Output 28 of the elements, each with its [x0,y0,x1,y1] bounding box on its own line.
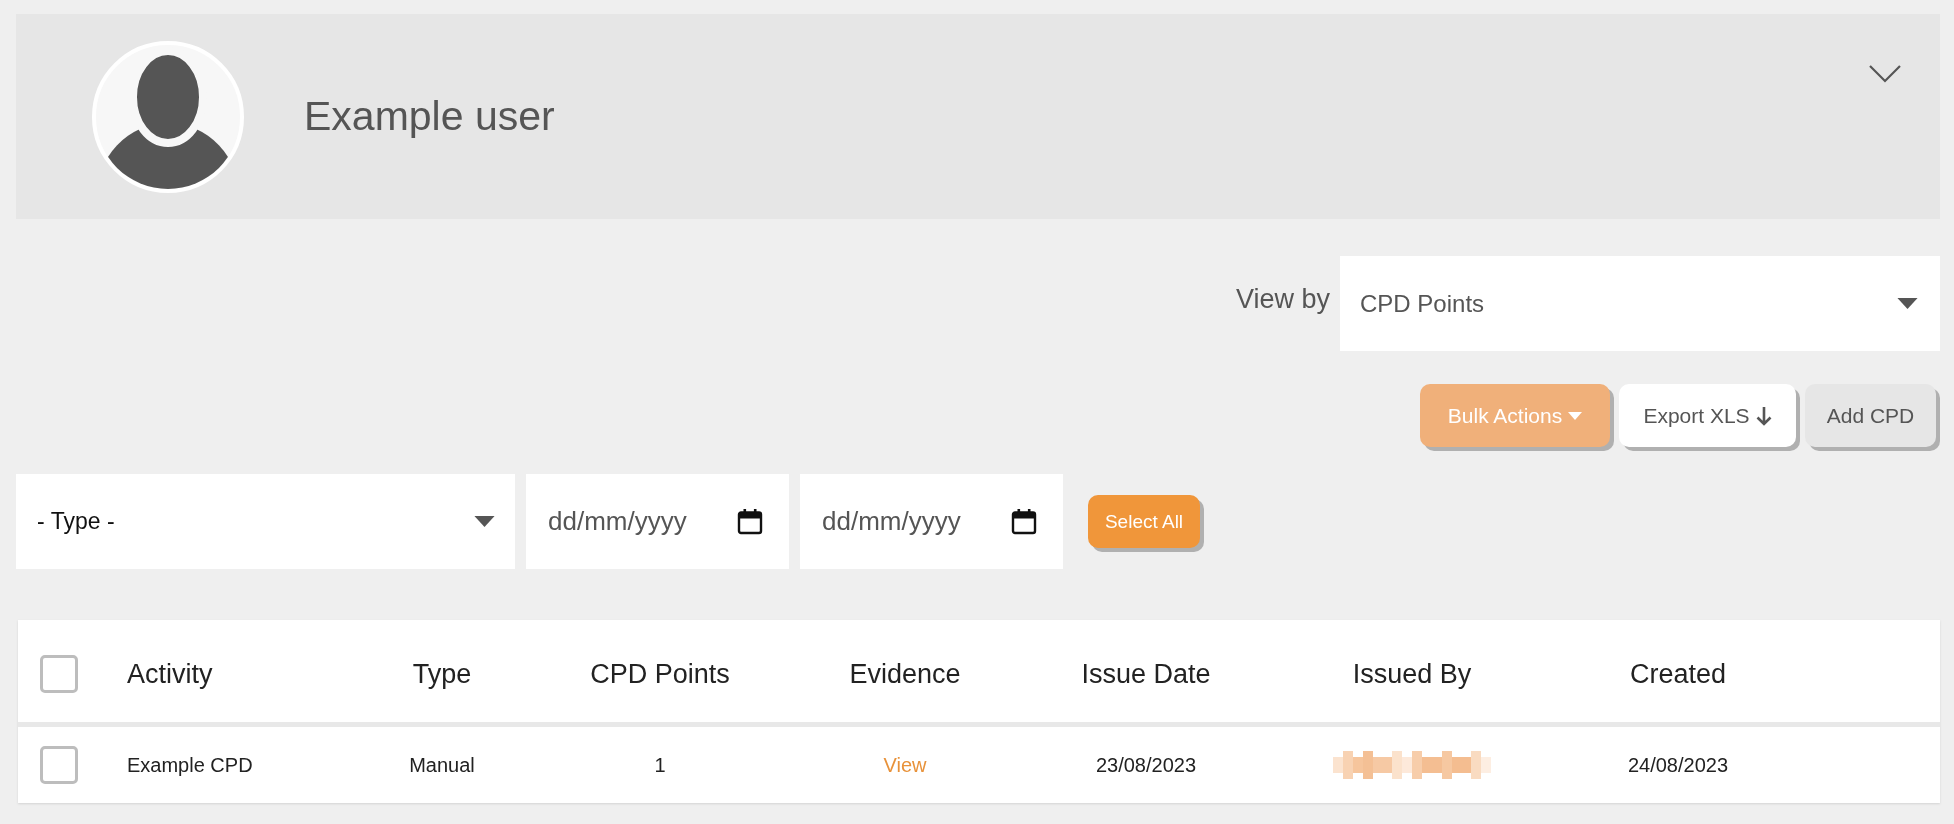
table-cell: Manual [409,753,475,777]
column-header: Created [1629,657,1727,690]
date-field[interactable]: dd/mm/yyyy [800,474,1063,569]
column-header: Issued By [1352,657,1472,690]
user-name: Example user [304,93,555,140]
caret-icon [1897,298,1918,309]
caret-icon [474,516,495,527]
column-header: Evidence [849,657,961,690]
column-header: CPD Points [590,657,730,690]
table-cell: 24/08/2023 [1627,753,1729,777]
down-arrow-icon [1755,405,1772,426]
chevron-down-icon[interactable] [1869,65,1901,83]
column-header: Activity [127,657,213,690]
calendar-icon[interactable] [737,508,763,535]
table-cell: 1 [654,753,666,777]
column-header: Issue Date [1081,657,1211,690]
calendar-icon[interactable] [1011,508,1037,535]
date-field[interactable]: dd/mm/yyyy [526,474,789,569]
caret-icon [1568,411,1583,420]
checkbox[interactable] [40,655,78,693]
view-by-label: View by [1235,284,1330,315]
table-cell: Example CPD [127,753,253,777]
table-cell: 23/08/2023 [1095,753,1197,777]
checkbox[interactable] [40,746,78,784]
avatar-icon [92,40,244,193]
column-header: Type [412,657,472,690]
view-by-select[interactable]: CPD Points [1340,256,1940,351]
type-select[interactable]: - Type - [16,474,515,569]
